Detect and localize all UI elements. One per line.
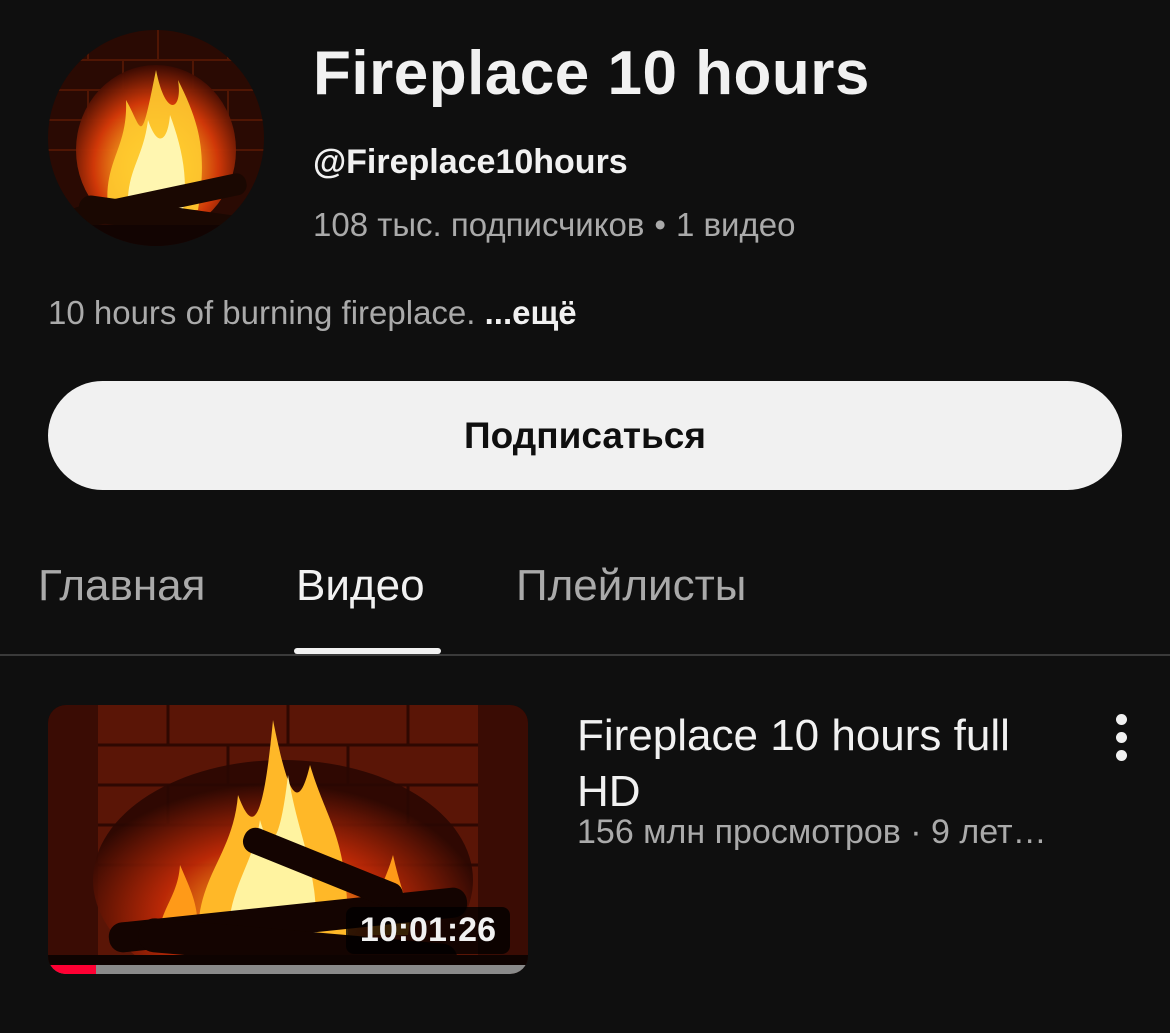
kebab-dot: [1116, 714, 1127, 725]
channel-description[interactable]: 10 hours of burning fireplace. ...ещё: [48, 294, 577, 332]
watch-progress-fill: [48, 965, 96, 974]
tabs-divider: [0, 654, 1170, 656]
channel-stats: 108 тыс. подписчиков • 1 видео: [313, 206, 795, 244]
tab-videos[interactable]: Видео: [296, 561, 425, 611]
channel-title: Fireplace 10 hours: [313, 39, 870, 108]
channel-page: Fireplace 10 hours @Fireplace10hours 108…: [0, 0, 1170, 1033]
subscriber-count: 108 тыс. подписчиков: [313, 206, 645, 243]
fireplace-avatar-image: [48, 30, 264, 246]
video-title[interactable]: Fireplace 10 hours full HD: [577, 708, 1077, 820]
video-duration-badge: 10:01:26: [345, 907, 510, 954]
description-text: 10 hours of burning fireplace.: [48, 294, 476, 331]
kebab-dot: [1116, 750, 1127, 761]
channel-handle: @Fireplace10hours: [313, 143, 628, 181]
video-meta: 156 млн просмотров · 9 лет…: [577, 813, 1047, 851]
subscribe-button[interactable]: Подписаться: [48, 381, 1122, 490]
more-vertical-icon[interactable]: [1102, 708, 1142, 768]
channel-tabs: Главная Видео Плейлисты: [0, 555, 1170, 655]
description-more-link[interactable]: ...ещё: [485, 294, 577, 331]
video-thumbnail[interactable]: 10:01:26: [48, 705, 528, 974]
channel-avatar[interactable]: [48, 30, 264, 246]
tab-playlists[interactable]: Плейлисты: [516, 561, 746, 611]
watch-progress-bar: [48, 965, 528, 974]
stats-separator: •: [654, 206, 666, 243]
kebab-dot: [1116, 732, 1127, 743]
video-count: 1 видео: [675, 206, 796, 243]
tab-home[interactable]: Главная: [38, 561, 205, 611]
